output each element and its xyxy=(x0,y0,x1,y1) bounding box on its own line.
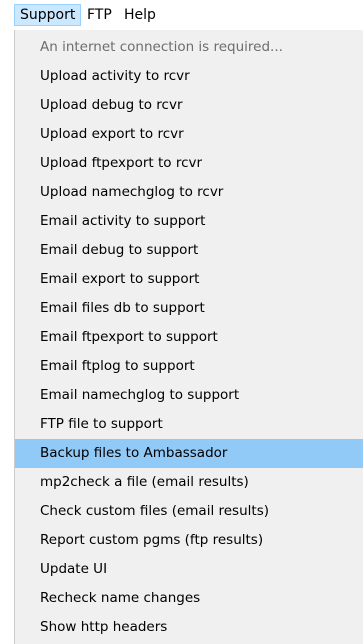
menu-item-check-custom-files[interactable]: Check custom files (email results) xyxy=(15,497,363,526)
menu-item-email-activity[interactable]: Email activity to support xyxy=(15,207,363,236)
menu-item-backup-files[interactable]: Backup files to Ambassador xyxy=(15,439,363,468)
menu-item-email-ftpexport[interactable]: Email ftpexport to support xyxy=(15,323,363,352)
menu-item-upload-namechglog[interactable]: Upload namechglog to rcvr xyxy=(15,178,363,207)
menu-item-update-ui[interactable]: Update UI xyxy=(15,555,363,584)
menu-item-email-debug[interactable]: Email debug to support xyxy=(15,236,363,265)
menu-item-email-export[interactable]: Email export to support xyxy=(15,265,363,294)
menu-item-upload-activity[interactable]: Upload activity to rcvr xyxy=(15,62,363,91)
menu-item-email-namechglog[interactable]: Email namechglog to support xyxy=(15,381,363,410)
menu-item-upload-debug[interactable]: Upload debug to rcvr xyxy=(15,91,363,120)
menu-ftp[interactable]: FTP xyxy=(81,4,118,26)
menu-bar: Support FTP Help xyxy=(0,0,363,30)
menu-item-ftp-file[interactable]: FTP file to support xyxy=(15,410,363,439)
menu-item-upload-export[interactable]: Upload export to rcvr xyxy=(15,120,363,149)
menu-item-show-http-headers[interactable]: Show http headers xyxy=(15,613,363,642)
menu-item-email-ftplog[interactable]: Email ftplog to support xyxy=(15,352,363,381)
menu-item-upload-ftpexport[interactable]: Upload ftpexport to rcvr xyxy=(15,149,363,178)
menu-item-email-files-db[interactable]: Email files db to support xyxy=(15,294,363,323)
menu-help[interactable]: Help xyxy=(118,4,162,26)
menu-item-internet-required: An internet connection is required... xyxy=(40,39,283,55)
support-dropdown-menu: An internet connection is required... Up… xyxy=(14,30,363,644)
menu-item-recheck-name-changes[interactable]: Recheck name changes xyxy=(15,584,363,613)
menu-item-report-custom-pgms[interactable]: Report custom pgms (ftp results) xyxy=(15,526,363,555)
menu-support[interactable]: Support xyxy=(14,4,82,26)
menu-item-mp2check[interactable]: mp2check a file (email results) xyxy=(15,468,363,497)
